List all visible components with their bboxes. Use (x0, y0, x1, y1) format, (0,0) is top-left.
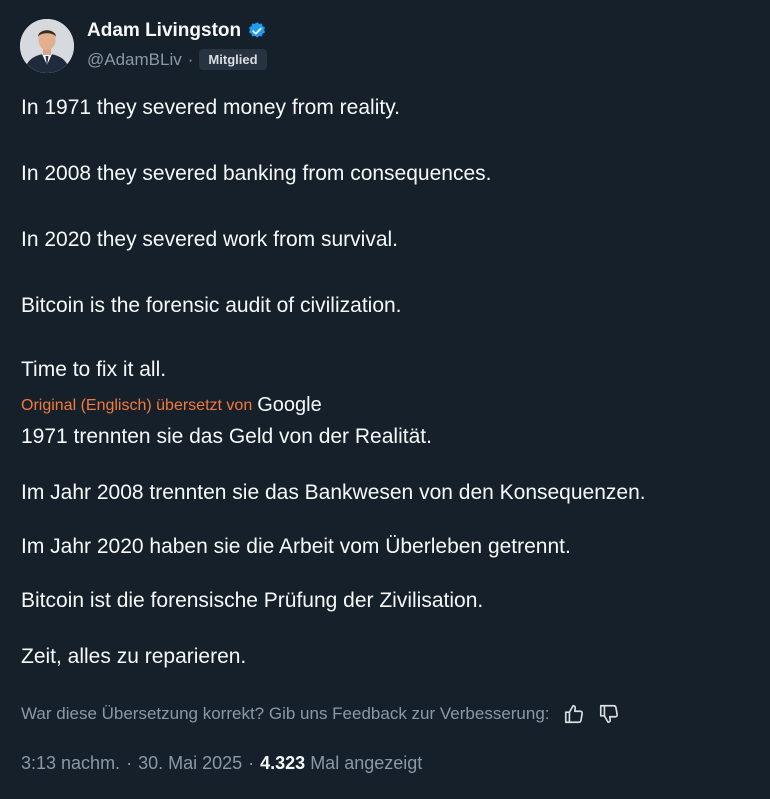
tweet: Adam Livingston @AdamBLiv · Mitglied In … (0, 0, 770, 799)
separator-dot: · (126, 753, 133, 773)
translated-line-2: Im Jahr 2008 trennten sie das Bankwesen … (21, 481, 646, 504)
author-handle[interactable]: @AdamBLiv (87, 50, 182, 70)
member-badge[interactable]: Mitglied (199, 49, 267, 70)
translated-line-3: Im Jahr 2020 haben sie die Arbeit vom Üb… (21, 535, 571, 558)
author-handle-row: @AdamBLiv · Mitglied (87, 49, 267, 70)
translation-feedback: War diese Übersetzung korrekt? Gib uns F… (21, 703, 620, 725)
author-name-row: Adam Livingston (87, 20, 267, 42)
thumbs-up-icon[interactable] (563, 703, 585, 725)
translated-line-1: 1971 trennten sie das Geld von der Reali… (21, 425, 432, 448)
post-date[interactable]: 30. Mai 2025 (138, 753, 242, 774)
author-name[interactable]: Adam Livingston (87, 20, 241, 42)
separator-dot: · (187, 49, 194, 69)
feedback-text: War diese Übersetzung korrekt? Gib uns F… (21, 704, 550, 723)
translation-label[interactable]: Original (Englisch) übersetzt von (21, 397, 252, 415)
avatar[interactable] (20, 19, 74, 73)
tweet-meta: 3:13 nachm. · 30. Mai 2025 · 4.323 Mal a… (21, 753, 422, 774)
translation-note: Original (Englisch) übersetzt von Google (21, 394, 322, 417)
original-line-5: Time to fix it all. (21, 358, 167, 381)
post-time[interactable]: 3:13 nachm. (21, 753, 120, 774)
translated-line-5: Zeit, alles zu reparieren. (21, 645, 247, 668)
translated-line-4: Bitcoin ist die forensische Prüfung der … (21, 589, 484, 612)
views-count: 4.323 (260, 753, 306, 773)
views-label: Mal angezeigt (310, 753, 423, 773)
original-line-4: Bitcoin is the forensic audit of civiliz… (21, 294, 402, 317)
avatar-image (20, 19, 74, 73)
separator-dot: · (248, 753, 255, 773)
google-logo: Google (257, 394, 322, 416)
original-line-1: In 1971 they severed money from reality. (21, 96, 400, 119)
verified-badge-icon[interactable] (247, 21, 267, 41)
original-line-2: In 2008 they severed banking from conseq… (21, 162, 492, 185)
original-line-3: In 2020 they severed work from survival. (21, 228, 398, 251)
thumbs-down-icon[interactable] (598, 703, 620, 725)
